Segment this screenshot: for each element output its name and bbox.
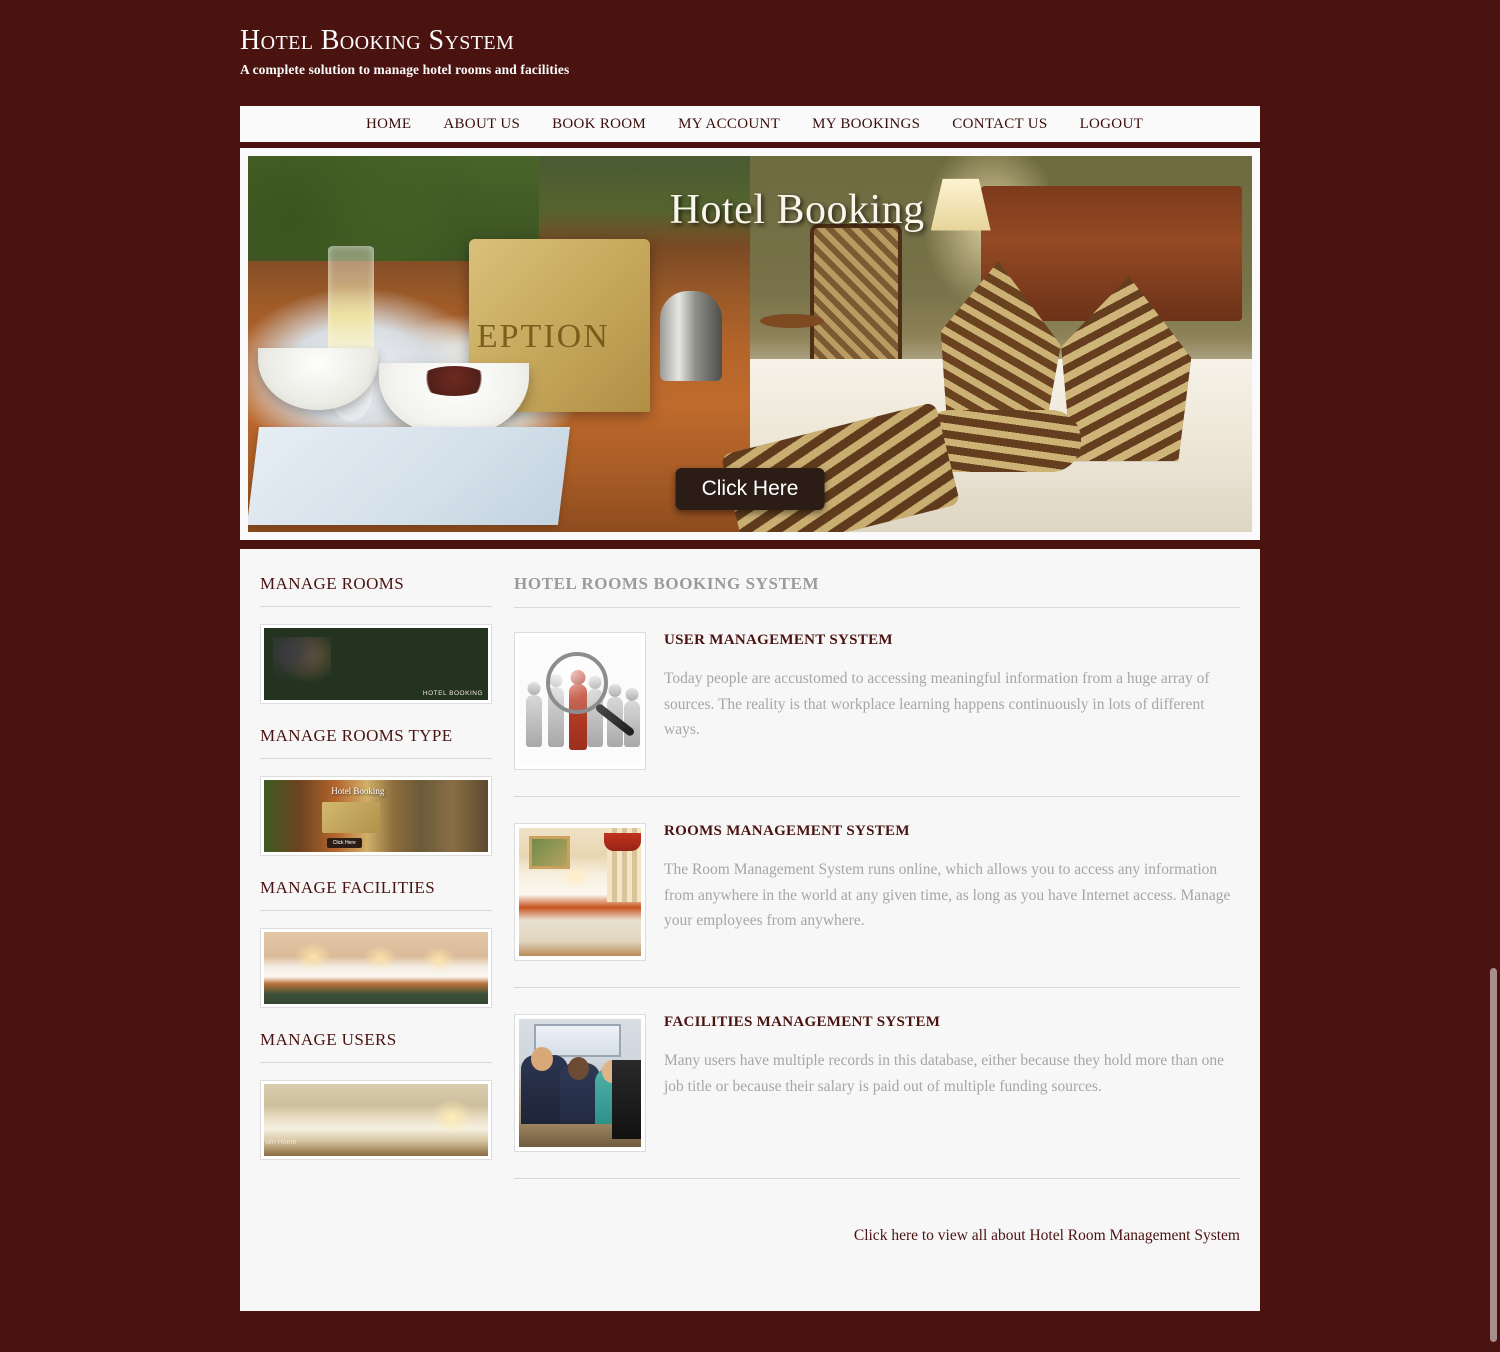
main-navigation: HOME ABOUT US BOOK ROOM MY ACCOUNT MY BO… bbox=[240, 103, 1260, 145]
hotel-room-photo bbox=[519, 828, 641, 956]
feature-thumb-user-management[interactable] bbox=[514, 632, 646, 770]
twin-beds-room-image bbox=[264, 932, 488, 1004]
footer-link-row: Click here to view all about Hotel Room … bbox=[514, 1205, 1240, 1245]
thumb-cta-manage-rooms-type: Click Here bbox=[326, 837, 362, 848]
content-inner: MANAGE ROOMS HOTEL BOOKING MANAGE ROOMS … bbox=[240, 549, 1260, 1245]
main-column: HOTEL ROOMS BOOKING SYSTEM USER MANAGEME… bbox=[492, 574, 1240, 1245]
hotel-lobby-image: HOTEL BOOKING bbox=[264, 628, 488, 700]
user-search-icon bbox=[519, 637, 641, 765]
page-root: Hotel Booking System A complete solution… bbox=[0, 0, 1500, 1352]
sidebar: MANAGE ROOMS HOTEL BOOKING MANAGE ROOMS … bbox=[260, 574, 492, 1245]
sidebar-item-manage-rooms[interactable]: MANAGE ROOMS bbox=[260, 574, 492, 607]
feature-body: ROOMS MANAGEMENT SYSTEM The Room Managem… bbox=[646, 823, 1240, 961]
feature-thumb-rooms-management[interactable] bbox=[514, 823, 646, 961]
site-tagline: A complete solution to manage hotel room… bbox=[240, 62, 570, 78]
reception-bell-icon bbox=[659, 291, 722, 382]
sidebar-thumb-manage-rooms-type[interactable]: Hotel Booking Click Here bbox=[260, 776, 492, 856]
sidebar-item-manage-facilities[interactable]: MANAGE FACILITIES bbox=[260, 878, 492, 911]
nav-item-home[interactable]: HOME bbox=[350, 115, 427, 133]
sidebar-thumb-manage-users[interactable]: om Home bbox=[260, 1080, 492, 1160]
content-panel: MANAGE ROOMS HOTEL BOOKING MANAGE ROOMS … bbox=[240, 545, 1260, 1311]
armchair bbox=[810, 223, 903, 374]
nav-link-contact-us[interactable]: CONTACT US bbox=[952, 116, 1047, 133]
feature-body: FACILITIES MANAGEMENT SYSTEM Many users … bbox=[646, 1014, 1240, 1152]
feature-text-facilities-management: Many users have multiple records in this… bbox=[664, 1052, 1224, 1095]
person-figure bbox=[526, 695, 543, 748]
side-table bbox=[760, 313, 825, 328]
nav-link-home[interactable]: HOME bbox=[366, 116, 411, 133]
sidebar-thumb-manage-facilities[interactable] bbox=[260, 928, 492, 1008]
feature-text-rooms-management: The Room Management System runs online, … bbox=[664, 861, 1231, 930]
site-header: Hotel Booking System A complete solution… bbox=[240, 25, 1260, 78]
reception-sign-text: EPTION bbox=[476, 318, 610, 356]
wall-painting bbox=[528, 835, 571, 869]
curtain-valance bbox=[604, 833, 641, 852]
page-title: Hotel Booking System bbox=[240, 25, 515, 56]
mini-reception-sign bbox=[322, 801, 381, 834]
nav-item-about-us[interactable]: ABOUT US bbox=[427, 115, 536, 133]
sidebar-item-manage-users[interactable]: MANAGE USERS bbox=[260, 1030, 492, 1063]
sidebar-thumb-manage-rooms[interactable]: HOTEL BOOKING bbox=[260, 624, 492, 704]
nav-link-book-room[interactable]: BOOK ROOM bbox=[552, 116, 646, 133]
sidebar-item-manage-rooms-type[interactable]: MANAGE ROOMS TYPE bbox=[260, 726, 492, 759]
nav-item-my-account[interactable]: MY ACCOUNT bbox=[662, 115, 796, 133]
feature-title-facilities-management[interactable]: FACILITIES MANAGEMENT SYSTEM bbox=[664, 1014, 1240, 1031]
thumb-caption-manage-rooms-type: Hotel Booking bbox=[331, 785, 385, 796]
feature-text-user-management: Today people are accustomed to accessing… bbox=[664, 670, 1210, 739]
hotel-booking-banner-image: Hotel Booking Click Here bbox=[264, 780, 488, 852]
nav-link-logout[interactable]: LOGOUT bbox=[1080, 116, 1143, 133]
nav-item-logout[interactable]: LOGOUT bbox=[1064, 115, 1159, 133]
team-at-computers-photo bbox=[519, 1019, 641, 1147]
thumb-caption-manage-users: om Home bbox=[266, 1138, 297, 1146]
nav-item-my-bookings[interactable]: MY BOOKINGS bbox=[796, 115, 936, 133]
page-scrollbar-thumb[interactable] bbox=[1490, 968, 1497, 1342]
view-all-link[interactable]: Click here to view all about Hotel Room … bbox=[854, 1227, 1240, 1244]
feature-body: USER MANAGEMENT SYSTEM Today people are … bbox=[646, 632, 1240, 770]
food-bowl bbox=[378, 362, 529, 437]
nav-item-contact-us[interactable]: CONTACT US bbox=[936, 115, 1063, 133]
thumb-caption-manage-rooms: HOTEL BOOKING bbox=[422, 690, 483, 697]
feature-title-user-management[interactable]: USER MANAGEMENT SYSTEM bbox=[664, 632, 1240, 649]
banner-headline: Hotel Booking bbox=[669, 187, 925, 234]
nav-link-my-bookings[interactable]: MY BOOKINGS bbox=[812, 116, 920, 133]
feature-rooms-management: ROOMS MANAGEMENT SYSTEM The Room Managem… bbox=[514, 823, 1240, 988]
feature-thumb-facilities-management[interactable] bbox=[514, 1014, 646, 1152]
banner-click-here-button[interactable]: Click Here bbox=[675, 468, 825, 511]
feature-title-rooms-management[interactable]: ROOMS MANAGEMENT SYSTEM bbox=[664, 823, 1240, 840]
suite-room-image: om Home bbox=[264, 1084, 488, 1156]
nav-link-my-account[interactable]: MY ACCOUNT bbox=[678, 116, 780, 133]
nav-list: HOME ABOUT US BOOK ROOM MY ACCOUNT MY BO… bbox=[350, 115, 1159, 133]
monitor-icon bbox=[611, 1059, 641, 1140]
hero-banner-image: EPTION Hotel Booking Click Here bbox=[248, 156, 1252, 532]
feature-facilities-management: FACILITIES MANAGEMENT SYSTEM Many users … bbox=[514, 1014, 1240, 1179]
feature-user-management: USER MANAGEMENT SYSTEM Today people are … bbox=[514, 632, 1240, 797]
map-paper bbox=[248, 426, 571, 525]
main-heading: HOTEL ROOMS BOOKING SYSTEM bbox=[514, 574, 1240, 608]
nav-item-book-room[interactable]: BOOK ROOM bbox=[536, 115, 662, 133]
page-scrollbar[interactable] bbox=[1487, 0, 1500, 1352]
nav-link-about-us[interactable]: ABOUT US bbox=[443, 116, 520, 133]
hero-banner[interactable]: EPTION Hotel Booking Click Here bbox=[240, 148, 1260, 540]
